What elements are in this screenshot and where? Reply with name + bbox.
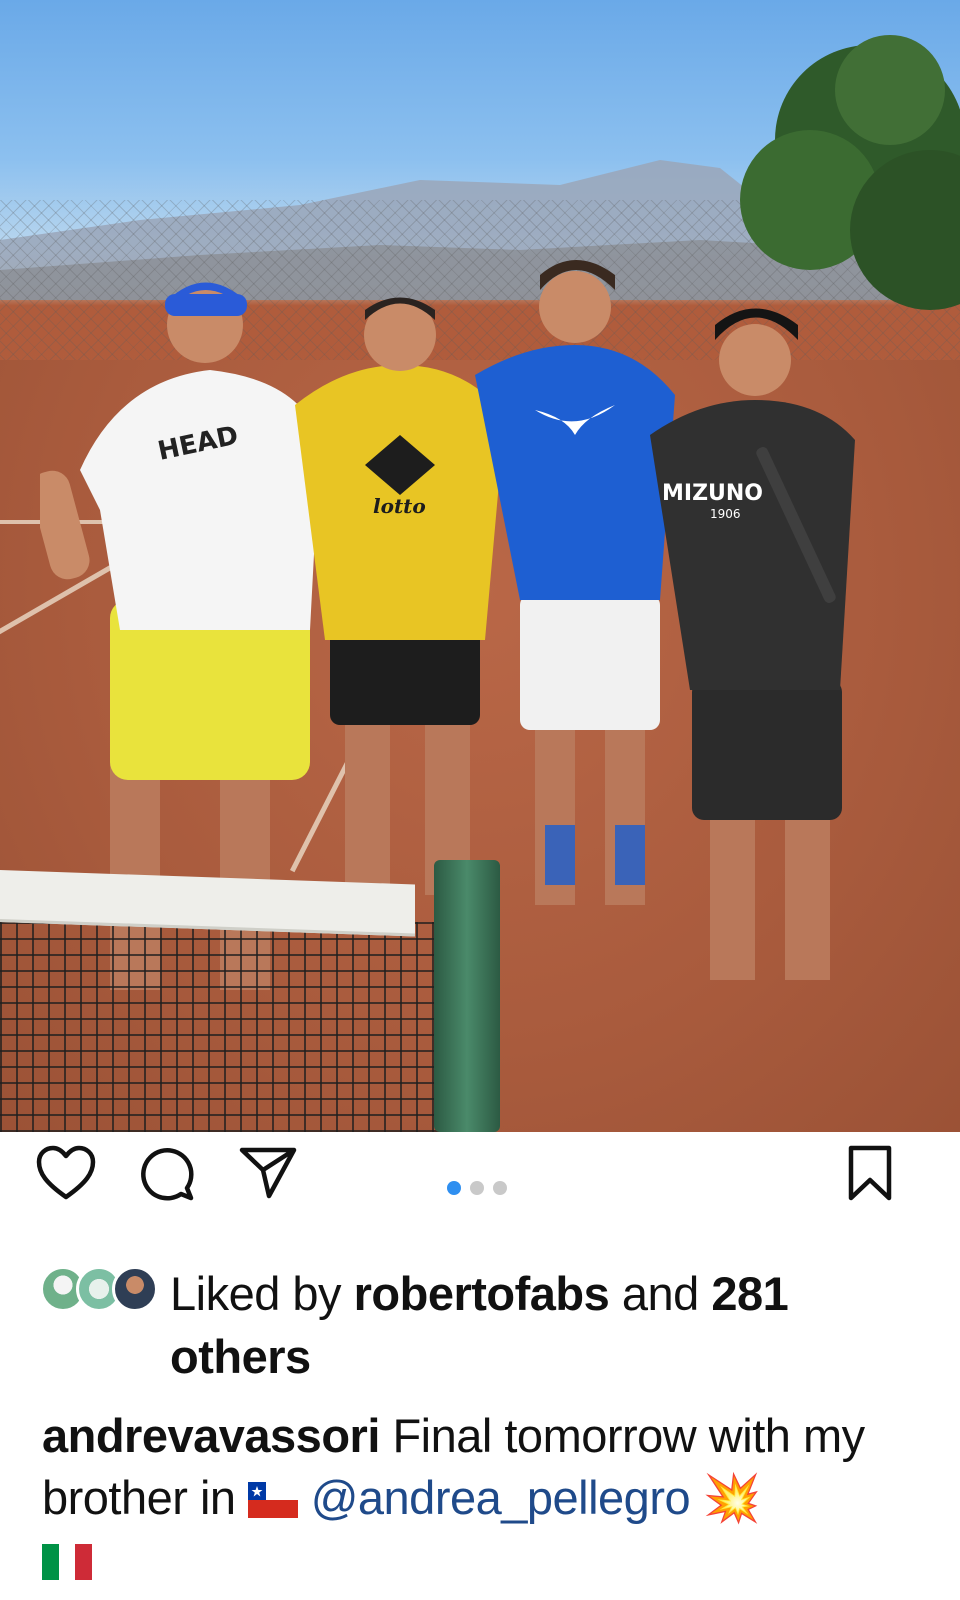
svg-text:1906: 1906 <box>710 507 741 521</box>
italy-flag-icon <box>42 1544 92 1580</box>
liker-avatars[interactable] <box>40 1266 158 1312</box>
caption-mention[interactable]: @andrea_pellegro <box>311 1471 691 1524</box>
collision-emoji: 💥 <box>702 1471 762 1524</box>
carousel-dot <box>493 1181 507 1195</box>
likes-prefix: Liked by <box>170 1267 354 1320</box>
save-button[interactable] <box>838 1141 902 1205</box>
player-4: MIZUNO 1906 <box>650 308 855 980</box>
post-photo[interactable]: HEAD lotto MIZUNO 1906 <box>0 0 960 1132</box>
like-button[interactable] <box>34 1141 98 1205</box>
carousel-dot <box>470 1181 484 1195</box>
carousel-indicator <box>447 1181 507 1195</box>
paper-plane-icon <box>239 1147 297 1199</box>
comment-button[interactable] <box>134 1141 198 1205</box>
likes-middle: and <box>609 1267 712 1320</box>
heart-icon <box>36 1145 96 1200</box>
caption-username[interactable]: andrevavassori <box>42 1409 380 1462</box>
svg-text:MIZUNO: MIZUNO <box>662 481 763 506</box>
carousel-dot <box>447 1181 461 1195</box>
avatar <box>112 1266 158 1312</box>
likes-count[interactable]: 281 <box>711 1267 788 1320</box>
svg-text:lotto: lotto <box>373 494 426 518</box>
likes-suffix[interactable]: others <box>170 1330 311 1383</box>
likes-summary: Liked by robertofabs and 281 others <box>170 1262 890 1388</box>
liker-username[interactable]: robertofabs <box>354 1267 610 1320</box>
chile-flag-icon <box>248 1482 299 1518</box>
comment-icon <box>141 1148 194 1201</box>
tennis-net <box>0 860 520 1132</box>
bookmark-icon <box>848 1145 892 1201</box>
share-button[interactable] <box>236 1141 300 1205</box>
post-caption: andrevavassori Final tomorrow with my br… <box>42 1405 922 1591</box>
